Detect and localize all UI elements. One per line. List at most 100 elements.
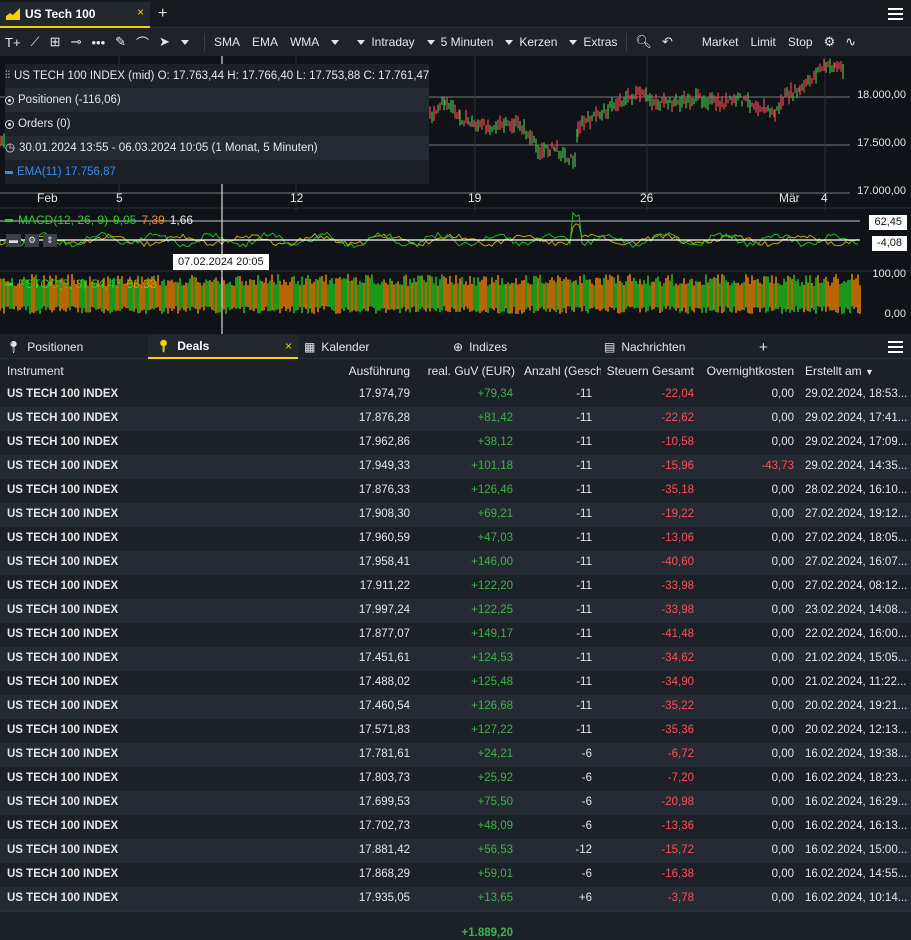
radio-icon bbox=[5, 95, 14, 105]
ema-button[interactable]: EMA bbox=[246, 31, 284, 53]
macd-legend[interactable]: MACD(12, 26, 9) 9,05 7,39 1,66 bbox=[5, 213, 193, 227]
table-row[interactable]: US TECH 100 INDEX 17.702,73 +48,09 -6 -13,36… bbox=[0, 815, 911, 839]
fstoc-axis-top: 100,00 bbox=[872, 268, 906, 280]
settings-small-icon[interactable]: ⚙ bbox=[25, 234, 40, 247]
table-row[interactable]: US TECH 100 INDEX 17.960,59 +47,03 -11 -13,0… bbox=[0, 527, 911, 551]
cell-real-guv: +122,25 bbox=[471, 604, 513, 616]
cell-instrument: US TECH 100 INDEX bbox=[7, 412, 119, 424]
table-row[interactable]: US TECH 100 INDEX 17.868,29 +59,01 -6 -16,38… bbox=[0, 863, 911, 887]
table-row[interactable]: US TECH 100 INDEX 17.571,83 +127,22 -11 -35,… bbox=[0, 719, 911, 743]
table-row[interactable]: US TECH 100 INDEX 17.935,05 +13,65 +6 -3,78 0… bbox=[0, 887, 911, 911]
fibonacci-tool-icon[interactable]: ⊞ bbox=[45, 31, 66, 53]
horizontal-line-icon[interactable]: ⊸ bbox=[66, 31, 87, 53]
cell-real-guv: +38,12 bbox=[477, 436, 514, 448]
collapse-icon[interactable]: ▬ bbox=[6, 234, 21, 247]
hamburger-menu-icon[interactable] bbox=[888, 8, 903, 20]
tab-kalender[interactable]: ▦ Kalender bbox=[304, 335, 444, 359]
table-row[interactable]: US TECH 100 INDEX 17.451,61 +124,53 -11 -34,… bbox=[0, 647, 911, 671]
table-row[interactable]: US TECH 100 INDEX 17.876,28 +81,42 -11 -22,6… bbox=[0, 407, 911, 431]
cell-steuern: -7,20 bbox=[667, 772, 694, 784]
text-tool-icon[interactable]: T+ bbox=[0, 31, 26, 53]
pin-icon: 📍︎ bbox=[6, 340, 22, 354]
col-real-guv[interactable]: real. GuV (EUR) bbox=[420, 364, 515, 378]
cell-instrument: US TECH 100 INDEX bbox=[7, 724, 119, 736]
tab-nachrichten[interactable]: ▤ Nachrichten bbox=[604, 335, 744, 359]
table-row[interactable]: US TECH 100 INDEX 17.781,61 +24,21 -6 -6,72 0… bbox=[0, 743, 911, 767]
period-dropdown[interactable]: 5 Minuten bbox=[421, 31, 500, 53]
cell-anzahl: -11 bbox=[576, 700, 592, 712]
cell-ausfuehrung: 17.974,79 bbox=[358, 388, 410, 400]
instrument-icon: ⫶⫶ bbox=[5, 70, 10, 81]
move-icon[interactable]: ⇕ bbox=[43, 234, 57, 247]
cell-overnight: 0,00 bbox=[771, 748, 794, 760]
col-steuern[interactable]: Steuern Gesamt bbox=[603, 364, 694, 378]
col-overnight[interactable]: Overnightkosten bbox=[700, 364, 794, 378]
range-row[interactable]: ◷ 30.01.2024 13:55 - 06.03.2024 10:05 (1… bbox=[5, 136, 430, 160]
close-icon[interactable]: × bbox=[137, 5, 144, 19]
market-order-button[interactable]: Market bbox=[696, 31, 745, 53]
table-row[interactable]: US TECH 100 INDEX 17.974,79 +79,34 -11 -22,0… bbox=[0, 383, 911, 407]
sma-button[interactable]: SMA bbox=[208, 31, 246, 53]
line-tool-icon[interactable]: ⟋ bbox=[26, 31, 45, 53]
tab-deals[interactable]: 📍︎ Deals × bbox=[148, 335, 298, 359]
wave-icon[interactable]: ∿ bbox=[840, 31, 861, 53]
orders-row[interactable]: Orders (0) bbox=[5, 112, 430, 136]
table-row[interactable]: US TECH 100 INDEX 17.460,54 +126,68 -11 -35,… bbox=[0, 695, 911, 719]
table-row[interactable]: US TECH 100 INDEX 17.699,53 +75,50 -6 -20,98… bbox=[0, 791, 911, 815]
pencil-icon[interactable]: ✎ bbox=[110, 31, 131, 53]
undo-icon[interactable]: ↶ bbox=[657, 31, 678, 53]
cell-erstellt: 29.02.2024, 18:53... bbox=[805, 388, 908, 400]
add-panel-tab-button[interactable]: + bbox=[759, 335, 768, 359]
add-tab-button[interactable]: + bbox=[158, 5, 167, 23]
drawing-tools-dropdown[interactable] bbox=[175, 31, 201, 53]
curve-tool-icon[interactable]: ⌒ bbox=[131, 31, 154, 53]
price-chart[interactable]: ⫶⫶ US TECH 100 INDEX (mid) O: 17.763,44 … bbox=[0, 56, 911, 334]
cell-instrument: US TECH 100 INDEX bbox=[7, 820, 119, 832]
chart-type-dropdown[interactable]: Kerzen bbox=[499, 31, 563, 53]
table-row[interactable]: US TECH 100 INDEX 17.958,41 +146,00 -11 -40,… bbox=[0, 551, 911, 575]
macd-controls[interactable]: ▬ ⚙ ⇕ bbox=[6, 234, 57, 247]
settings-icon[interactable]: ⚙ bbox=[819, 31, 841, 53]
positions-row[interactable]: Positionen (-116,06) bbox=[5, 88, 430, 112]
cell-real-guv: +48,09 bbox=[477, 820, 514, 832]
panel-menu-icon[interactable] bbox=[888, 341, 903, 353]
cursor-icon[interactable]: ➤ bbox=[154, 31, 175, 53]
ema-row[interactable]: EMA(11) 17.756,87 bbox=[5, 160, 430, 184]
positions-text: Positionen (-116,06) bbox=[18, 94, 121, 106]
table-row[interactable]: US TECH 100 INDEX 17.881,42 +56,53 -12 -15,7… bbox=[0, 839, 911, 863]
extras-dropdown[interactable]: Extras bbox=[563, 31, 623, 53]
zoom-icon[interactable]: 🔍︎ bbox=[630, 31, 657, 53]
cell-ausfuehrung: 17.876,33 bbox=[358, 484, 410, 496]
cell-ausfuehrung: 17.702,73 bbox=[358, 820, 410, 832]
stop-order-button[interactable]: Stop bbox=[782, 31, 819, 53]
cell-overnight: 0,00 bbox=[771, 628, 794, 640]
table-row[interactable]: US TECH 100 INDEX 17.908,30 +69,21 -11 -19,2… bbox=[0, 503, 911, 527]
limit-order-button[interactable]: Limit bbox=[745, 31, 782, 53]
table-row[interactable]: US TECH 100 INDEX 17.803,73 +25,92 -6 -7,20 0… bbox=[0, 767, 911, 791]
cell-steuern: -13,06 bbox=[661, 532, 694, 544]
interval-dropdown[interactable]: Intraday bbox=[351, 31, 420, 53]
close-icon[interactable]: × bbox=[285, 339, 292, 353]
dotted-line-icon[interactable]: ••• bbox=[86, 31, 110, 53]
cell-real-guv: +127,22 bbox=[471, 724, 513, 736]
table-row[interactable]: US TECH 100 INDEX 17.949,33 +101,18 -11 -15,… bbox=[0, 455, 911, 479]
table-row[interactable]: US TECH 100 INDEX 17.488,02 +125,48 -11 -34,… bbox=[0, 671, 911, 695]
table-row[interactable]: US TECH 100 INDEX 17.962,86 +38,12 -11 -10,5… bbox=[0, 431, 911, 455]
cell-real-guv: +124,53 bbox=[471, 652, 513, 664]
table-row[interactable]: US TECH 100 INDEX 17.911,22 +122,20 -11 -33,… bbox=[0, 575, 911, 599]
col-erstellt[interactable]: Erstellt am ▼ bbox=[805, 364, 874, 378]
indicator-dropdown[interactable] bbox=[325, 31, 351, 53]
tab-us-tech-100[interactable]: US Tech 100 × bbox=[0, 2, 150, 28]
col-instrument[interactable]: Instrument bbox=[7, 364, 64, 378]
cell-anzahl: -12 bbox=[575, 844, 592, 856]
fstoc-legend[interactable]: FSTOC(5, 3) 54,47 66,33 bbox=[5, 277, 157, 291]
col-anzahl[interactable]: Anzahl (Geschl bbox=[524, 364, 601, 378]
table-row[interactable]: US TECH 100 INDEX 17.877,07 +149,17 -11 -41,… bbox=[0, 623, 911, 647]
tab-positionen[interactable]: 📍︎ Positionen bbox=[0, 335, 148, 359]
wma-button[interactable]: WMA bbox=[284, 31, 325, 53]
col-ausfuehrung[interactable]: Ausführung bbox=[320, 364, 410, 378]
tab-indizes[interactable]: ⊕ Indizes bbox=[453, 335, 593, 359]
table-row[interactable]: US TECH 100 INDEX 17.997,24 +122,25 -11 -33,… bbox=[0, 599, 911, 623]
cell-erstellt: 27.02.2024, 08:12... bbox=[805, 580, 908, 592]
table-row[interactable]: US TECH 100 INDEX 17.876,33 +126,46 -11 -35,… bbox=[0, 479, 911, 503]
